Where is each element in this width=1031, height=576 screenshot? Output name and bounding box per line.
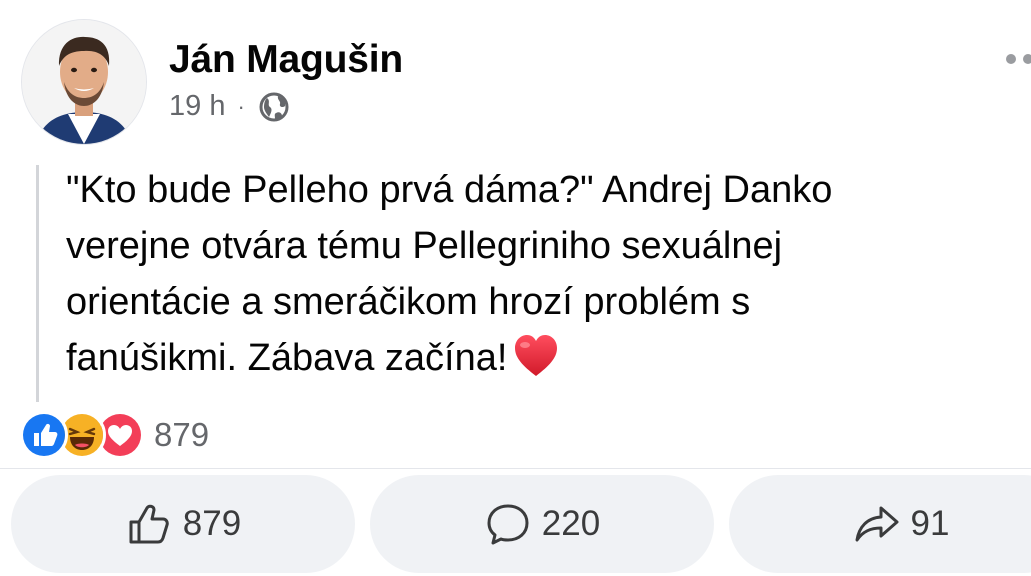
share-icon xyxy=(855,506,899,542)
post-meta: 19 h · xyxy=(169,90,290,123)
globe-icon[interactable] xyxy=(258,91,290,123)
quote-bar xyxy=(36,165,39,402)
comment-icon xyxy=(487,504,529,545)
meta-separator: · xyxy=(237,93,245,119)
like-reaction-icon xyxy=(20,411,68,459)
like-count: 879 xyxy=(182,504,242,543)
post-time[interactable]: 19 h xyxy=(169,90,225,123)
comment-count: 220 xyxy=(541,504,601,543)
avatar-photo xyxy=(22,20,146,144)
comment-button[interactable]: 220 xyxy=(370,475,714,573)
action-bar: 879 220 91 xyxy=(11,475,1031,573)
reaction-count: 879 xyxy=(154,416,210,453)
more-dot xyxy=(1006,54,1016,64)
share-count: 91 xyxy=(910,504,950,543)
red-heart-emoji xyxy=(515,335,558,376)
reactions-summary[interactable]: 879 xyxy=(20,411,209,459)
facebook-post: Ján Magušin 19 h · "Kto bude Pelleho prv… xyxy=(0,0,1031,576)
post-text: "Kto bude Pelleho prvá dáma?" Andrej Dan… xyxy=(66,169,833,379)
post-text-block: "Kto bude Pelleho prvá dáma?" Andrej Dan… xyxy=(66,162,966,386)
share-button[interactable]: 91 xyxy=(729,475,1031,573)
avatar[interactable] xyxy=(22,20,146,144)
like-button[interactable]: 879 xyxy=(11,475,355,573)
more-dot xyxy=(1023,54,1031,64)
thumbs-up-icon xyxy=(129,504,169,544)
author-name[interactable]: Ján Magušin xyxy=(169,38,403,82)
divider xyxy=(0,468,1031,469)
more-options-icon[interactable] xyxy=(1006,48,1031,70)
